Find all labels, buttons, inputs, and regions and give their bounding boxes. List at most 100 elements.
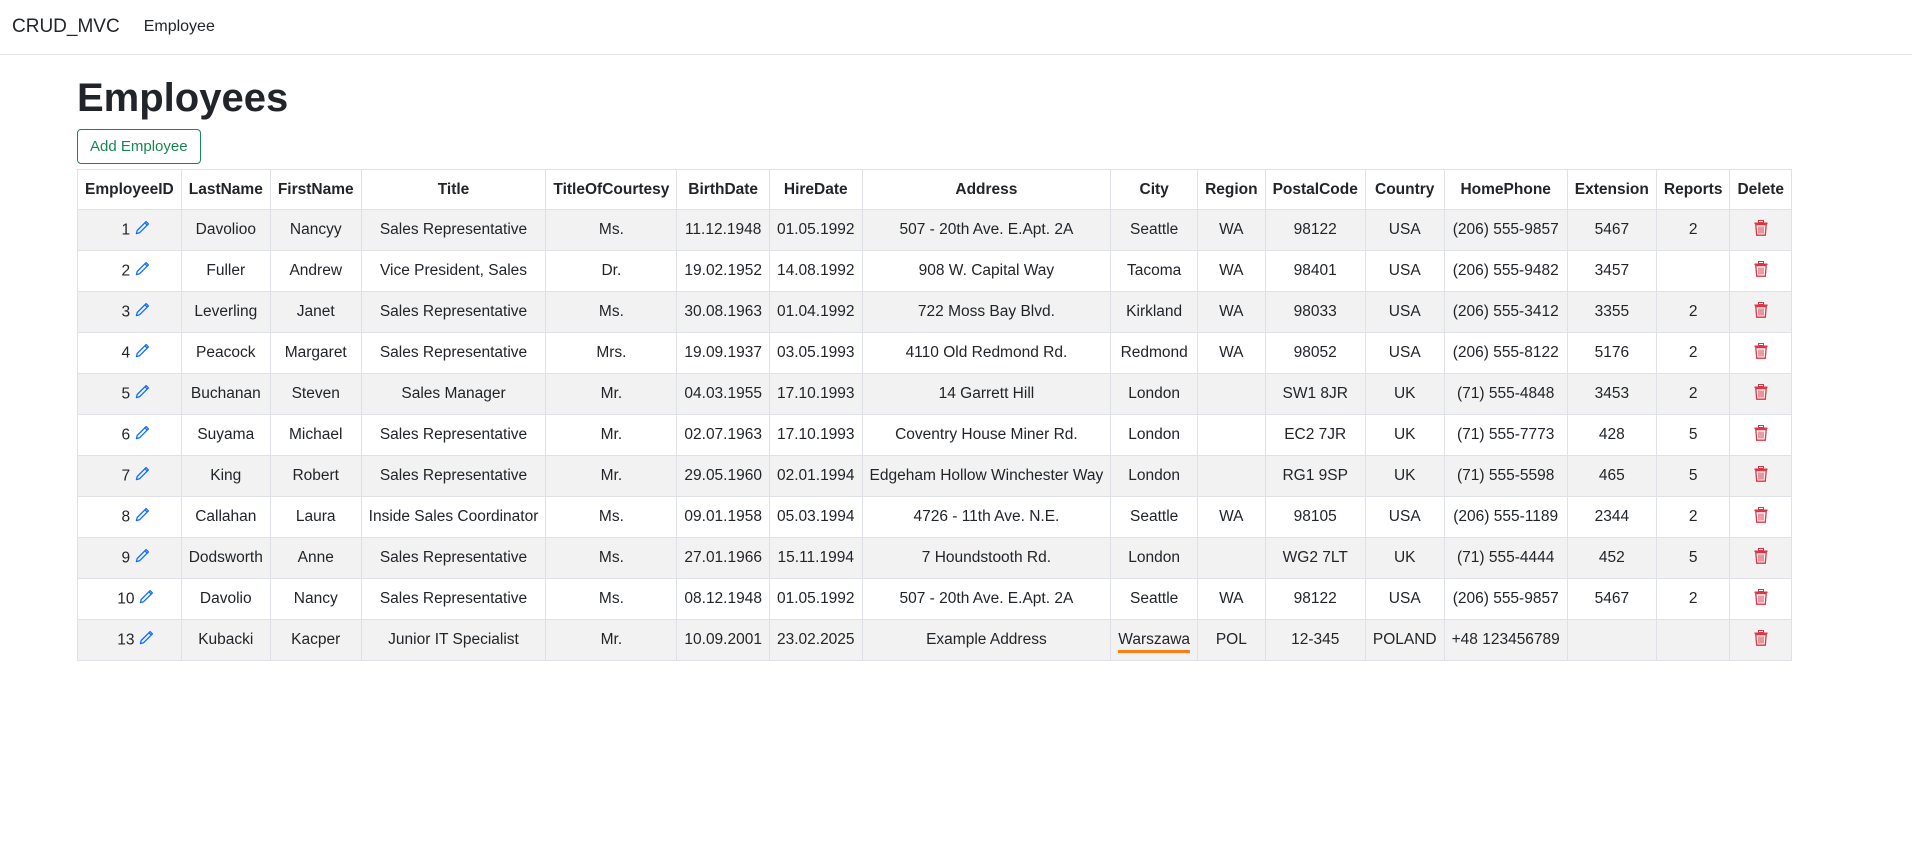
birth-date: 19.02.1952 <box>676 250 770 292</box>
trash-icon[interactable] <box>1754 588 1768 610</box>
first-name: Andrew <box>269 250 362 292</box>
trash-icon[interactable] <box>1754 629 1768 651</box>
title-of-courtesy: Mr. <box>545 455 678 497</box>
birth-date: 10.09.2001 <box>676 619 770 661</box>
region: WA <box>1197 250 1266 292</box>
postal-code: RG1 9SP <box>1264 455 1366 497</box>
country: UK <box>1364 455 1445 497</box>
trash-icon[interactable] <box>1754 383 1768 405</box>
delete-cell <box>1729 373 1792 415</box>
pencil-icon[interactable] <box>134 507 150 528</box>
reports: 2 <box>1655 578 1731 620</box>
region: WA <box>1197 578 1266 620</box>
header-birthdate: BirthDate <box>676 169 770 210</box>
reports <box>1655 250 1731 292</box>
title: Sales Representative <box>360 414 547 456</box>
postal-code: EC2 7JR <box>1264 414 1366 456</box>
add-employee-button[interactable]: Add Employee <box>77 129 201 164</box>
employee-id-cell: 6 <box>77 414 182 456</box>
postal-code: 12-345 <box>1264 619 1366 661</box>
home-phone: +48 123456789 <box>1443 619 1568 661</box>
pencil-icon[interactable] <box>138 630 154 651</box>
country: USA <box>1364 496 1445 538</box>
trash-icon[interactable] <box>1754 260 1768 282</box>
employee-id-cell: 3 <box>77 291 182 333</box>
pencil-icon[interactable] <box>134 302 150 323</box>
brand-link[interactable]: CRUD_MVC <box>12 16 120 38</box>
trash-icon[interactable] <box>1754 342 1768 364</box>
last-name: Peacock <box>180 332 271 374</box>
table-row: 9 Dodsworth Anne Sales Representative Ms. 27.… <box>77 537 1792 579</box>
city: London <box>1128 385 1181 402</box>
trash-icon[interactable] <box>1754 547 1768 569</box>
country: UK <box>1364 373 1445 415</box>
city: London <box>1128 549 1181 566</box>
pencil-icon[interactable] <box>134 548 150 569</box>
table-row: 3 Leverling Janet Sales Representative Ms. 30… <box>77 291 1792 333</box>
trash-icon[interactable] <box>1754 219 1768 241</box>
extension: 2344 <box>1566 496 1657 538</box>
trash-icon[interactable] <box>1754 424 1768 446</box>
city-cell: London <box>1110 455 1199 497</box>
postal-code: 98122 <box>1264 209 1366 251</box>
delete-cell <box>1729 619 1792 661</box>
region: WA <box>1197 496 1266 538</box>
pencil-icon[interactable] <box>134 220 150 241</box>
region <box>1197 373 1266 415</box>
city: Seattle <box>1130 590 1179 607</box>
header-region: Region <box>1197 169 1266 210</box>
city-cell: Tacoma <box>1110 250 1199 292</box>
main-container: Employees Add Employee EmployeeID LastNam… <box>0 55 1912 661</box>
title-of-courtesy: Mr. <box>545 373 678 415</box>
postal-code: 98401 <box>1264 250 1366 292</box>
first-name: Janet <box>269 291 362 333</box>
employee-id-cell: 10 <box>77 578 182 620</box>
reports: 2 <box>1655 373 1731 415</box>
extension: 3457 <box>1566 250 1657 292</box>
first-name: Anne <box>269 537 362 579</box>
address: Example Address <box>861 619 1112 661</box>
employee-id-cell: 13 <box>77 619 182 661</box>
last-name: Suyama <box>180 414 271 456</box>
extension: 3355 <box>1566 291 1657 333</box>
table-row: 13 Kubacki Kacper Junior IT Specialist Mr. 10… <box>77 619 1792 661</box>
title-of-courtesy: Ms. <box>545 209 678 251</box>
title: Sales Representative <box>360 537 547 579</box>
hire-date: 15.11.1994 <box>768 537 863 579</box>
trash-icon[interactable] <box>1754 301 1768 323</box>
pencil-icon[interactable] <box>134 425 150 446</box>
employee-id: 2 <box>121 262 131 280</box>
last-name: King <box>180 455 271 497</box>
pencil-icon[interactable] <box>134 384 150 405</box>
page-title: Employees <box>77 76 289 120</box>
postal-code: 98105 <box>1264 496 1366 538</box>
city: Seattle <box>1130 221 1179 238</box>
trash-icon[interactable] <box>1754 465 1768 487</box>
delete-cell <box>1729 537 1792 579</box>
table-header-row: EmployeeID LastName FirstName Title TitleOfC… <box>77 169 1792 210</box>
header-country: Country <box>1364 169 1445 210</box>
hire-date: 01.04.1992 <box>768 291 863 333</box>
pencil-icon[interactable] <box>134 466 150 487</box>
title-of-courtesy: Ms. <box>545 537 678 579</box>
pencil-icon[interactable] <box>134 343 150 364</box>
region: WA <box>1197 209 1266 251</box>
table-body: 1 Davolioo Nancyy Sales Representative Ms. 11… <box>77 209 1792 661</box>
first-name: Laura <box>269 496 362 538</box>
header-postalcode: PostalCode <box>1264 169 1366 210</box>
title-of-courtesy: Ms. <box>545 496 678 538</box>
address: 908 W. Capital Way <box>861 250 1112 292</box>
city-cell: Kirkland <box>1110 291 1199 333</box>
employee-id: 3 <box>121 303 131 321</box>
title: Sales Manager <box>360 373 547 415</box>
nav-link-employee[interactable]: Employee <box>144 18 215 36</box>
home-phone: (206) 555-8122 <box>1443 332 1568 374</box>
home-phone: (206) 555-3412 <box>1443 291 1568 333</box>
birth-date: 19.09.1937 <box>676 332 770 374</box>
pencil-icon[interactable] <box>134 261 150 282</box>
city-cell: Seattle <box>1110 209 1199 251</box>
trash-icon[interactable] <box>1754 506 1768 528</box>
pencil-icon[interactable] <box>138 589 154 610</box>
title: Inside Sales Coordinator <box>360 496 547 538</box>
table-row: 7 King Robert Sales Representative Mr. 29.05.… <box>77 455 1792 497</box>
